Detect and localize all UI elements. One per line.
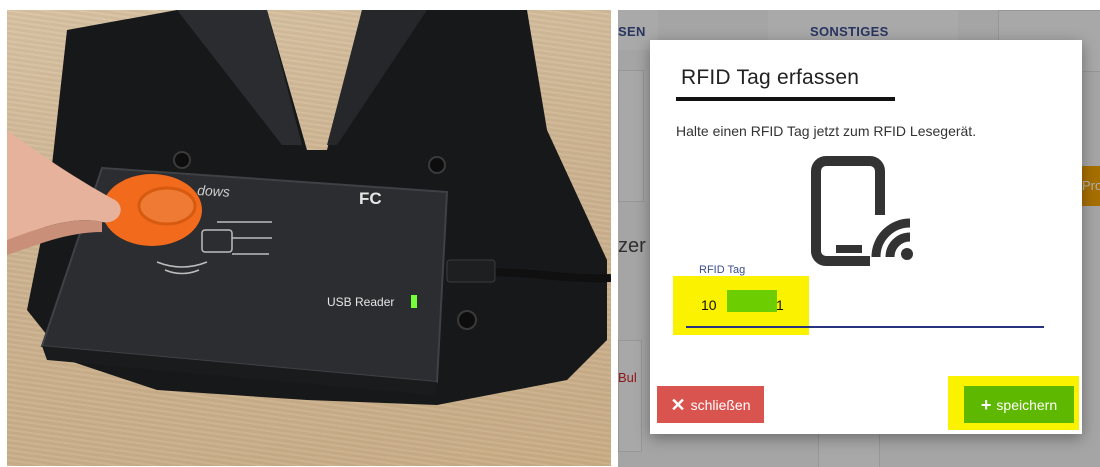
- reader-label: USB Reader: [327, 295, 394, 309]
- rfid-reader-photo: dows FC USB Reader: [7, 10, 611, 466]
- reader-fcc-mark: FC: [359, 189, 382, 208]
- plus-icon: +: [980, 394, 992, 415]
- screw: [457, 310, 477, 330]
- dialog-message: Halte einen RFID Tag jetzt zum RFID Lese…: [676, 123, 977, 139]
- rfid-value-end: 1: [776, 297, 784, 313]
- save-button[interactable]: + speichern: [964, 386, 1074, 423]
- photo-scene: dows FC USB Reader: [7, 10, 611, 405]
- close-button[interactable]: ✕ schließen: [657, 386, 764, 423]
- tag-hole: [137, 186, 197, 226]
- rfid-value-start: 10: [701, 297, 717, 313]
- usb-plug: [446, 259, 496, 283]
- close-icon: ✕: [670, 394, 686, 415]
- title-underline: [676, 97, 895, 101]
- phone-nfc-icon: [811, 156, 922, 267]
- reader-led: [411, 295, 417, 308]
- save-button-label: speichern: [996, 396, 1058, 413]
- screw: [173, 151, 191, 169]
- input-underline: [686, 326, 1044, 328]
- dialog-title: RFID Tag erfassen: [681, 66, 860, 89]
- screw: [428, 156, 446, 174]
- close-button-label: schließen: [690, 396, 751, 413]
- reader-brand: dows: [197, 182, 230, 200]
- rfid-dialog: RFID Tag erfassen Halte einen RFID Tag j…: [650, 40, 1082, 434]
- rfid-field-label: RFID Tag: [699, 264, 746, 276]
- redaction-mask: [727, 290, 777, 312]
